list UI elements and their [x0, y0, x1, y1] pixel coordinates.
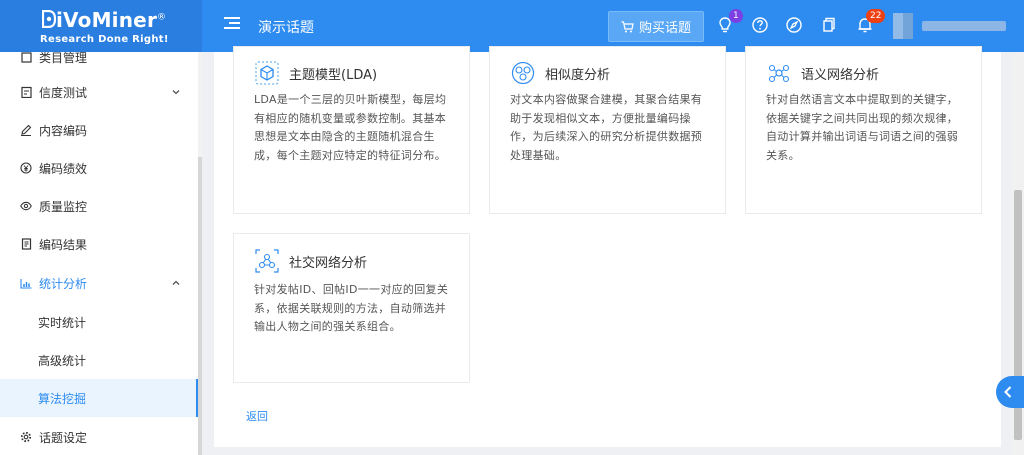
main-content: 主题模型(LDA) LDA是一个三层的贝叶斯模型，每层均有相应的随机变量或参数控… — [214, 46, 1001, 447]
logo-text: iVoMiner® — [56, 8, 167, 32]
compass-icon[interactable] — [785, 16, 803, 34]
sidebar-item-label: 高级统计 — [38, 353, 87, 368]
sidebar-scrollbar[interactable] — [198, 52, 202, 455]
card-social-network[interactable]: 社交网络分析 针对发帖ID、回帖ID一一对应的回复关系，依据关联规则的方法，自动… — [233, 233, 470, 383]
similarity-icon — [511, 61, 535, 85]
sidebar-item-label: 算法挖掘 — [38, 391, 87, 406]
sidebar-item-advanced-stats[interactable]: 高级统计 — [0, 341, 198, 379]
sidebar-item-quality-monitoring[interactable]: 质量监控 — [0, 187, 198, 225]
chevron-up-icon — [172, 280, 180, 285]
card-title: 社交网络分析 — [289, 255, 368, 271]
chevron-left-icon — [1004, 386, 1012, 398]
menu-toggle-icon[interactable] — [224, 17, 240, 31]
document-icon — [20, 238, 32, 250]
card-header: 相似度分析 — [510, 60, 610, 86]
collapse-panel-button[interactable] — [996, 376, 1024, 408]
bar-chart-icon — [20, 277, 32, 289]
copy-document-icon[interactable] — [819, 16, 837, 34]
card-title: 主题模型(LDA) — [289, 67, 378, 83]
buy-topic-button[interactable]: 购买话题 — [608, 11, 704, 42]
sidebar-item-label: 编码绩效 — [39, 161, 88, 176]
sidebar-item-reliability-test[interactable]: 信度测试 — [0, 73, 198, 111]
chevron-down-icon — [172, 90, 180, 95]
sidebar-item-label: 质量监控 — [39, 199, 88, 214]
card-title: 语义网络分析 — [801, 67, 880, 83]
cart-icon — [621, 20, 634, 32]
card-header: 语义网络分析 — [766, 60, 879, 86]
clipboard-icon — [20, 86, 32, 98]
sidebar-item-coding-performance[interactable]: 编码绩效 — [0, 149, 198, 187]
gear-icon — [20, 431, 32, 443]
yen-icon — [20, 162, 32, 174]
square-icon — [20, 52, 32, 63]
sidebar-item-label: 话题设定 — [39, 430, 88, 445]
top-header: iVoMiner® Research Done Right! 演示话题 购买话题… — [0, 0, 1024, 52]
pencil-icon — [20, 124, 32, 136]
username-redacted[interactable] — [922, 21, 1006, 31]
card-lda[interactable]: 主题模型(LDA) LDA是一个三层的贝叶斯模型，每层均有相应的随机变量或参数控… — [233, 46, 470, 214]
sidebar-item-label: 统计分析 — [39, 276, 88, 291]
notification-badge: 22 — [866, 9, 886, 23]
cube-network-icon — [255, 61, 279, 85]
back-link[interactable]: 返回 — [246, 408, 268, 424]
sidebar-item-algorithm-mining[interactable]: 算法挖掘 — [0, 379, 198, 417]
card-header: 社交网络分析 — [254, 248, 367, 274]
sidebar-item-coding-results[interactable]: 编码结果 — [0, 225, 198, 263]
eye-icon — [20, 200, 32, 212]
help-icon[interactable] — [751, 16, 769, 34]
card-similarity[interactable]: 相似度分析 对文本内容做聚合建模，其聚合结果有助于发现相似文本，方便批量编码操作… — [489, 46, 726, 214]
buy-topic-label: 购买话题 — [638, 21, 691, 36]
sidebar-item-realtime-stats[interactable]: 实时统计 — [0, 303, 198, 341]
sidebar-item-label: 编码结果 — [39, 237, 88, 252]
sidebar-item-topic-settings[interactable]: 话题设定 — [0, 418, 198, 455]
card-description: 针对自然语言文本中提取到的关键字，依据关键字之间共同出现的频次规律，自动计算并输… — [766, 93, 959, 162]
card-semantic-network[interactable]: 语义网络分析 针对自然语言文本中提取到的关键字，依据关键字之间共同出现的频次规律… — [745, 46, 982, 214]
sidebar-item-statistical-analysis[interactable]: 统计分析 — [0, 264, 198, 302]
sidebar-item-content-coding[interactable]: 内容编码 — [0, 111, 198, 149]
social-network-icon — [255, 249, 279, 273]
logo-tagline: Research Done Right! — [40, 34, 169, 45]
sidebar: 类目管理 信度测试 内容编码 编码绩效 质量监控 编码结果 统计分析 实时统计 … — [0, 52, 202, 455]
logo[interactable]: iVoMiner® Research Done Right! — [0, 0, 202, 52]
card-description: LDA是一个三层的贝叶斯模型，每层均有相应的随机变量或参数控制。其基本思想是文本… — [254, 93, 447, 162]
card-description: 对文本内容做聚合建模，其聚合结果有助于发现相似文本，方便批量编码操作，为后续深入… — [510, 93, 703, 162]
sidebar-item-label: 内容编码 — [39, 123, 88, 138]
card-title: 相似度分析 — [545, 67, 611, 83]
sidebar-item-label: 实时统计 — [38, 315, 87, 330]
lightbulb-badge: 1 — [729, 9, 743, 23]
card-description: 针对发帖ID、回帖ID一一对应的回复关系，依据关联规则的方法，自动筛选并输出人物… — [254, 283, 449, 333]
semantic-network-icon — [768, 64, 790, 83]
card-header: 主题模型(LDA) — [254, 60, 377, 86]
sidebar-item-label: 类目管理 — [39, 52, 88, 65]
topic-title: 演示话题 — [258, 20, 314, 36]
sidebar-item-label: 信度测试 — [39, 85, 88, 100]
avatar[interactable] — [893, 13, 913, 39]
